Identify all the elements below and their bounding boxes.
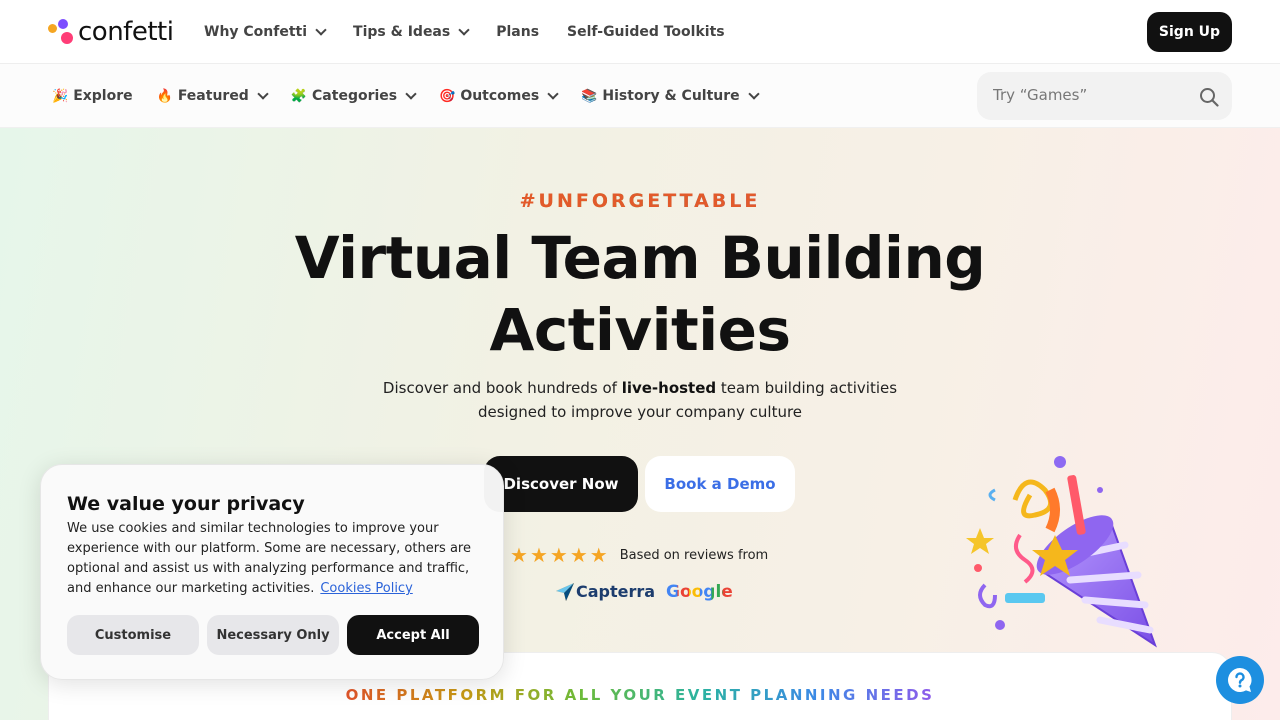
accept-all-button[interactable]: Accept All (347, 615, 479, 655)
star-icon: ★ (589, 543, 608, 567)
chevron-down-icon (257, 88, 269, 100)
subnav-outcomes[interactable]: 🎯 Outcomes (439, 88, 559, 104)
chevron-down-icon (315, 24, 327, 36)
puzzle-icon: 🧩 (290, 88, 308, 104)
nav-why-confetti[interactable]: Why Confetti (204, 24, 327, 40)
cookie-description: We use cookies and similar technologies … (67, 519, 487, 599)
capterra-text: Capterra (576, 582, 656, 601)
fire-icon: 🔥 (156, 88, 173, 104)
search-icon[interactable] (1199, 87, 1219, 107)
nav-plans-label: Plans (496, 24, 540, 40)
capterra-arrow-icon (556, 582, 574, 601)
reviews-text: Based on reviews from (619, 547, 769, 563)
hero-tagline: #UNFORGETTABLE (519, 190, 761, 212)
subnav-categories[interactable]: 🧩 Categories (290, 88, 417, 104)
search-box[interactable] (977, 72, 1232, 120)
cookie-title: We value your privacy (67, 493, 305, 515)
books-icon: 📚 (581, 88, 598, 104)
subnav-explore-label: Explore (73, 88, 133, 104)
subnav-history-culture[interactable]: 📚 History & Culture (581, 88, 760, 104)
nav-tips-ideas-label: Tips & Ideas (353, 24, 451, 40)
subnav-featured-label: Featured (177, 88, 249, 104)
subnav-featured[interactable]: 🔥 Featured (156, 88, 269, 104)
question-chat-icon (1228, 668, 1252, 692)
cookie-consent-dialog: We value your privacy We use cookies and… (40, 464, 504, 680)
necessary-only-button[interactable]: Necessary Only (207, 615, 339, 655)
help-chat-button[interactable] (1216, 656, 1264, 704)
party-popper-illustration (966, 456, 1157, 648)
hero-title: Virtual Team Building Activities (0, 222, 1280, 366)
confetti-logo[interactable]: confetti (48, 17, 174, 47)
nav-why-confetti-label: Why Confetti (204, 24, 308, 40)
chevron-down-icon (405, 88, 417, 100)
star-icon: ★ (569, 543, 588, 567)
cookies-policy-link[interactable]: Cookies Policy (320, 581, 412, 596)
platform-heading: ONE PLATFORM FOR ALL YOUR EVENT PLANNING… (345, 686, 935, 704)
logo-wordmark: confetti (78, 17, 174, 47)
rating-row: ★ ★ ★ ★ ★ Based on reviews from (510, 543, 768, 567)
subnav-outcomes-label: Outcomes (460, 88, 540, 104)
chevron-down-icon (547, 88, 559, 100)
star-icon: ★ (549, 543, 568, 567)
chevron-down-icon (458, 24, 470, 36)
hero-title-line1: Virtual Team Building (294, 224, 986, 292)
star-icon: ★ (510, 543, 528, 567)
category-menu: 🎉 Explore 🔥 Featured 🧩 Categories 🎯 Outc… (52, 64, 782, 128)
subnav-explore[interactable]: 🎉 Explore (52, 88, 133, 104)
nav-tips-ideas[interactable]: Tips & Ideas (353, 24, 470, 40)
book-demo-button[interactable]: Book a Demo (645, 456, 795, 512)
sign-up-button[interactable]: Sign Up (1147, 12, 1232, 52)
customise-button[interactable]: Customise (67, 615, 199, 655)
nav-plans[interactable]: Plans (496, 24, 539, 40)
party-popper-icon: 🎉 (52, 88, 69, 104)
hero-title-line2: Activities (489, 296, 791, 364)
subnav-history-culture-label: History & Culture (602, 88, 740, 104)
top-navigation: confetti Why Confetti Tips & Ideas Plans… (0, 0, 1280, 64)
google-text: Google (666, 582, 733, 602)
subnav-categories-label: Categories (312, 88, 398, 104)
nav-self-guided-toolkits-label: Self-Guided Toolkits (567, 24, 725, 40)
nav-self-guided-toolkits[interactable]: Self-Guided Toolkits (567, 24, 725, 40)
search-input[interactable] (993, 86, 1183, 104)
capterra-logo: Capterra (556, 582, 655, 601)
hero-subtitle: Discover and book hundreds of live-hoste… (382, 379, 898, 421)
discover-now-button[interactable]: Discover Now (484, 456, 638, 512)
target-icon: 🎯 (439, 88, 456, 104)
logo-mark (48, 17, 76, 47)
google-logo: Google (666, 582, 733, 602)
star-icon: ★ (529, 543, 548, 567)
chevron-down-icon (747, 88, 760, 100)
main-menu: Why Confetti Tips & Ideas Plans Self-Gui… (204, 0, 753, 64)
